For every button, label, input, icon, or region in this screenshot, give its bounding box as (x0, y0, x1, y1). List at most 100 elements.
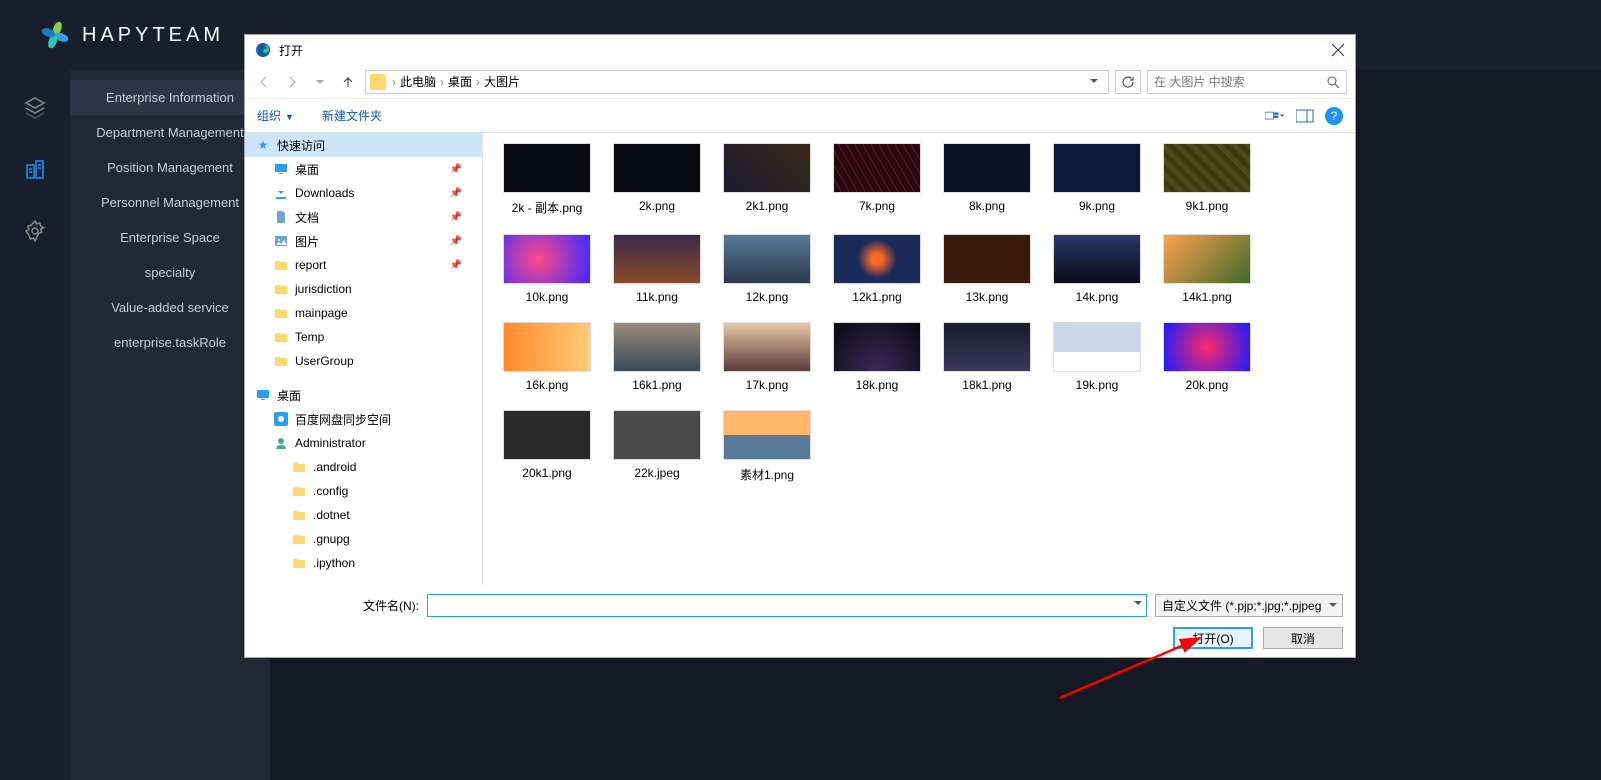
crumb-pc[interactable]: 此电脑 (396, 73, 440, 90)
file-item[interactable]: 2k1.png (723, 143, 811, 216)
file-thumbnail (503, 234, 591, 284)
search-icon[interactable] (1326, 75, 1340, 89)
file-item[interactable]: 9k.png (1053, 143, 1141, 216)
tree-mainpage[interactable]: mainpage (245, 301, 482, 325)
file-item[interactable]: 8k.png (943, 143, 1031, 216)
new-folder-button[interactable]: 新建文件夹 (322, 107, 382, 124)
file-thumbnail (1163, 143, 1251, 193)
menu-enterprise-info[interactable]: Enterprise Information (70, 80, 270, 115)
file-thumbnail (943, 143, 1031, 193)
dialog-toolbar: 组织▼ 新建文件夹 ? (245, 99, 1355, 133)
file-item[interactable]: 7k.png (833, 143, 921, 216)
folder-icon (370, 74, 386, 90)
file-item[interactable]: 22k.jpeg (613, 410, 701, 483)
menu-department[interactable]: Department Management (70, 115, 270, 150)
file-item[interactable]: 14k.png (1053, 234, 1141, 304)
open-button[interactable]: 打开(O) (1173, 627, 1253, 649)
file-item[interactable]: 12k.png (723, 234, 811, 304)
files-pane[interactable]: 2k - 副本.png 2k.png 2k1.png 7k.png 8k.png 9k.p… (483, 133, 1355, 586)
crumb-folder[interactable]: 大图片 (480, 73, 524, 90)
dialog-title: 打开 (279, 42, 1331, 59)
tree-report[interactable]: report📌 (245, 253, 482, 277)
tree-usergroup[interactable]: UserGroup (245, 349, 482, 373)
nav-recent-icon[interactable] (309, 71, 331, 93)
address-bar[interactable]: › 此电脑 › 桌面 › 大图片 (365, 70, 1109, 94)
menu-taskrole[interactable]: enterprise.taskRole (70, 325, 270, 360)
file-label: 14k1.png (1182, 290, 1231, 304)
logo-icon (40, 20, 70, 50)
filename-dropdown-icon[interactable] (1133, 597, 1143, 611)
crumb-desktop[interactable]: 桌面 (444, 73, 476, 90)
menu-enterprise-space[interactable]: Enterprise Space (70, 220, 270, 255)
nav-back-icon[interactable] (253, 71, 275, 93)
nav-forward-icon[interactable] (281, 71, 303, 93)
logo-text: HAPYTEAM (82, 24, 224, 47)
tree-desktop[interactable]: 桌面📌 (245, 157, 482, 181)
file-item[interactable]: 10k.png (503, 234, 591, 304)
close-icon[interactable] (1331, 43, 1345, 57)
file-item[interactable]: 13k.png (943, 234, 1031, 304)
menu-personnel[interactable]: Personnel Management (70, 185, 270, 220)
file-item[interactable]: 19k.png (1053, 322, 1141, 392)
file-label: 9k1.png (1186, 199, 1229, 213)
tree-ipython[interactable]: .ipython (245, 551, 482, 575)
file-item[interactable]: 2k - 副本.png (503, 143, 591, 216)
tree-jurisdiction[interactable]: jurisdiction (245, 277, 482, 301)
file-item[interactable]: 9k1.png (1163, 143, 1251, 216)
filename-input[interactable] (427, 594, 1147, 617)
file-label: 12k1.png (852, 290, 901, 304)
organize-button[interactable]: 组织▼ (257, 107, 294, 124)
tree-pane[interactable]: ★快速访问 桌面📌 Downloads📌 文档📌 图片📌 report📌 jur… (245, 133, 483, 586)
file-item[interactable]: 20k.png (1163, 322, 1251, 392)
tree-downloads[interactable]: Downloads📌 (245, 181, 482, 205)
file-thumbnail (723, 234, 811, 284)
file-item[interactable]: 14k1.png (1163, 234, 1251, 304)
file-item[interactable]: 20k1.png (503, 410, 591, 483)
layers-icon[interactable] (23, 95, 47, 119)
tree-quick-access[interactable]: ★快速访问 (245, 133, 482, 157)
file-item[interactable]: 18k.png (833, 322, 921, 392)
file-thumbnail (1053, 322, 1141, 372)
building-icon[interactable] (23, 157, 47, 181)
view-mode-icon[interactable] (1265, 106, 1285, 126)
dialog-footer: 文件名(N): 自定义文件 (*.pjp;*.jpg;*.pjpeg 打开(O)… (245, 586, 1355, 657)
preview-pane-icon[interactable] (1295, 106, 1315, 126)
tree-android[interactable]: .android (245, 455, 482, 479)
menu-vas[interactable]: Value-added service (70, 290, 270, 325)
file-label: 20k1.png (522, 466, 571, 480)
file-thumbnail (503, 410, 591, 460)
search-box[interactable] (1147, 70, 1347, 94)
tree-admin[interactable]: Administrator (245, 431, 482, 455)
file-item[interactable]: 12k1.png (833, 234, 921, 304)
file-item[interactable]: 16k.png (503, 322, 591, 392)
address-dropdown-icon[interactable] (1084, 75, 1104, 89)
file-label: 素材1.png (740, 466, 794, 483)
file-label: 2k1.png (746, 199, 789, 213)
file-label: 13k.png (966, 290, 1009, 304)
search-input[interactable] (1154, 75, 1326, 89)
cancel-button[interactable]: 取消 (1263, 627, 1343, 649)
help-icon[interactable]: ? (1325, 107, 1343, 125)
filetype-select[interactable]: 自定义文件 (*.pjp;*.jpg;*.pjpeg (1155, 594, 1343, 617)
file-item[interactable]: 2k.png (613, 143, 701, 216)
file-item[interactable]: 17k.png (723, 322, 811, 392)
tree-gnupg[interactable]: .gnupg (245, 527, 482, 551)
tree-desktop-root[interactable]: 桌面 (245, 383, 482, 407)
tree-documents[interactable]: 文档📌 (245, 205, 482, 229)
refresh-icon[interactable] (1115, 70, 1141, 94)
file-item[interactable]: 素材1.png (723, 410, 811, 483)
file-label: 11k.png (636, 290, 678, 304)
file-item[interactable]: 16k1.png (613, 322, 701, 392)
tree-dotnet[interactable]: .dotnet (245, 503, 482, 527)
tree-baidu[interactable]: 百度网盘同步空间 (245, 407, 482, 431)
nav-up-icon[interactable] (337, 71, 359, 93)
menu-specialty[interactable]: specialty (70, 255, 270, 290)
file-label: 18k.png (856, 378, 899, 392)
menu-position[interactable]: Position Management (70, 150, 270, 185)
tree-temp[interactable]: Temp (245, 325, 482, 349)
file-item[interactable]: 18k1.png (943, 322, 1031, 392)
file-item[interactable]: 11k.png (613, 234, 701, 304)
tree-pictures[interactable]: 图片📌 (245, 229, 482, 253)
tree-config[interactable]: .config (245, 479, 482, 503)
gear-icon[interactable] (23, 219, 47, 243)
